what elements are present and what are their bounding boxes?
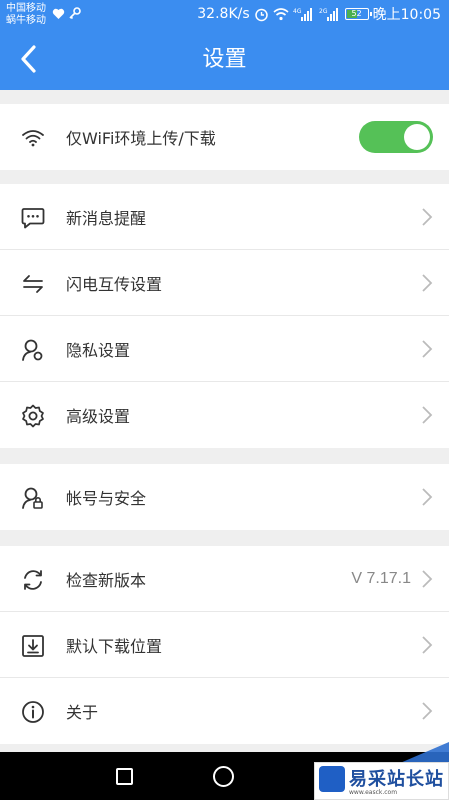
setting-privacy[interactable]: 隐私设置	[0, 316, 449, 382]
transfer-icon	[20, 271, 46, 297]
chevron-right-icon	[422, 340, 433, 358]
home-button[interactable]	[213, 766, 234, 787]
privacy-icon	[20, 337, 46, 363]
chevron-right-icon	[422, 274, 433, 292]
gear-icon	[20, 403, 46, 429]
setting-advanced[interactable]: 高级设置	[0, 382, 449, 448]
watermark: 易采站长站 www.easck.com	[314, 742, 449, 800]
net-speed: 32.8K/s	[197, 6, 250, 22]
chevron-right-icon	[422, 406, 433, 424]
toggle-knob	[404, 124, 430, 150]
key-icon	[68, 7, 81, 20]
setting-label: 帐号与安全	[66, 489, 147, 508]
settings-group-account: 帐号与安全	[0, 464, 449, 530]
settings-group-network: 仅WiFi环境上传/下载	[0, 104, 449, 170]
page-title: 设置	[202, 47, 247, 72]
watermark-url: www.easck.com	[349, 789, 398, 796]
setting-label: 默认下载位置	[66, 636, 163, 656]
watermark-box: 易采站长站 www.easck.com	[314, 762, 449, 800]
info-icon	[20, 699, 46, 725]
setting-check-update[interactable]: 检查新版本 V 7.17.1	[0, 546, 449, 612]
app-bar: 设置	[0, 29, 449, 90]
signal-2-icon: 2G	[319, 7, 341, 21]
recent-apps-button[interactable]	[116, 768, 133, 785]
alarm-icon	[254, 7, 269, 22]
setting-about[interactable]: 关于	[0, 678, 449, 744]
watermark-text: 易采站长站	[349, 769, 444, 790]
setting-label: 闪电互传设置	[66, 274, 163, 294]
message-icon	[20, 205, 46, 231]
setting-label: 仅WiFi环境上传/下载	[66, 129, 216, 148]
svg-text:2G: 2G	[319, 8, 328, 15]
version-value: V 7.17.1	[351, 569, 411, 587]
setting-flash-transfer[interactable]: 闪电互传设置	[0, 250, 449, 316]
setting-label: 隐私设置	[66, 340, 131, 360]
signal-1-icon: 4G	[293, 7, 315, 21]
setting-account-security[interactable]: 帐号与安全	[0, 464, 449, 530]
wifi-icon	[20, 125, 46, 151]
svg-text:4G: 4G	[293, 8, 302, 15]
account-lock-icon	[20, 485, 46, 511]
status-left-icons	[52, 7, 81, 20]
setting-label: 检查新版本	[66, 570, 147, 590]
carrier-names: 中国移动 蜗牛移动	[6, 3, 46, 27]
chevron-right-icon	[422, 570, 433, 588]
status-right: 32.8K/s 4G 2G 52 晚上10:05	[197, 4, 441, 24]
download-icon	[20, 633, 46, 659]
wifi-status-icon	[273, 7, 289, 21]
carrier-2: 蜗牛移动	[6, 15, 46, 26]
setting-wifi-only: 仅WiFi环境上传/下载	[0, 104, 449, 170]
wifi-only-toggle[interactable]	[359, 121, 433, 153]
chevron-right-icon	[422, 702, 433, 720]
battery-level: 52	[351, 9, 362, 18]
settings-group-about: 检查新版本 V 7.17.1 默认下载位置 关于	[0, 546, 449, 744]
setting-label: 关于	[66, 703, 99, 722]
chevron-right-icon	[422, 488, 433, 506]
settings-group-general: 新消息提醒 闪电互传设置 隐私设置 高级设置	[0, 184, 449, 448]
clock: 晚上10:05	[372, 7, 441, 23]
chevron-right-icon	[422, 636, 433, 654]
setting-label: 新消息提醒	[66, 208, 147, 228]
status-bar: 中国移动 蜗牛移动 32.8K/s 4G 2G 52 晚上10:05	[0, 0, 449, 29]
heart-pulse-icon	[52, 8, 65, 20]
battery-icon: 52	[344, 8, 372, 20]
settings-content: 仅WiFi环境上传/下载 新消息提醒 闪电互传设置 隐私设置 高级设置 帐号与安…	[0, 90, 449, 752]
setting-download-location[interactable]: 默认下载位置	[0, 612, 449, 678]
setting-new-message-alert[interactable]: 新消息提醒	[0, 184, 449, 250]
watermark-logo	[319, 766, 345, 792]
carrier-1: 中国移动	[6, 3, 46, 14]
setting-label: 高级设置	[66, 407, 131, 426]
refresh-icon	[20, 567, 46, 593]
chevron-right-icon	[422, 208, 433, 226]
